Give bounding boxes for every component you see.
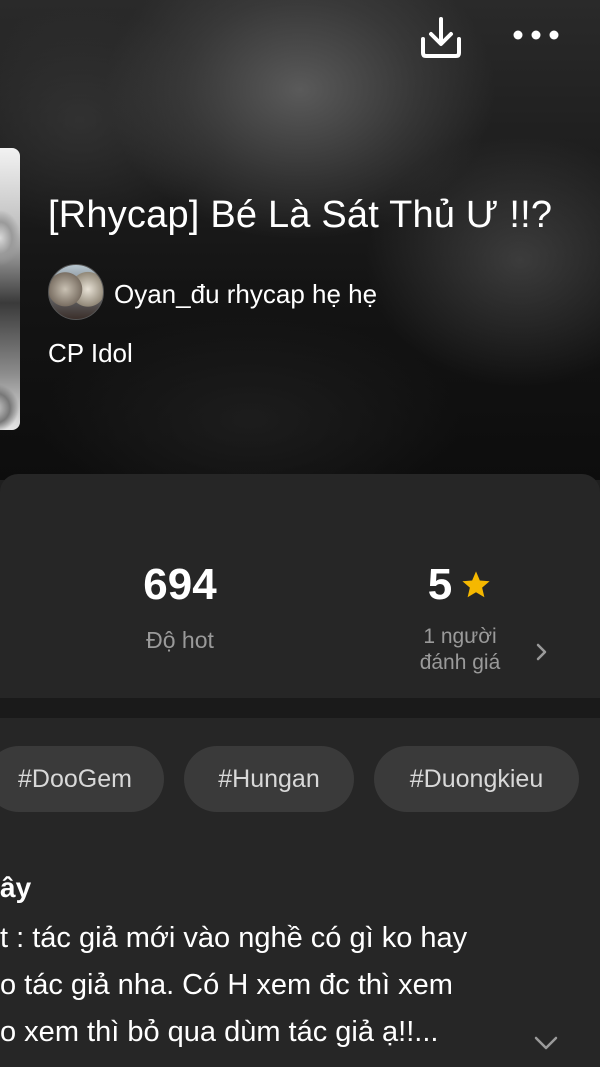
story-category[interactable]: CP Idol xyxy=(48,338,133,369)
hot-stat: 694 Độ hot xyxy=(100,560,260,654)
star-icon xyxy=(462,571,490,598)
tag-chip[interactable]: #Hungan xyxy=(184,746,354,812)
description-line: o tác giả nha. Có H xem đc thì xem xyxy=(0,969,453,1001)
author-name[interactable]: Oyan_đu rhycap hẹ hẹ xyxy=(114,279,377,310)
expand-description-icon[interactable] xyxy=(532,1032,560,1054)
rating-text-label: đánh giá xyxy=(419,651,501,674)
story-cover-image[interactable] xyxy=(0,148,20,430)
hot-label: Độ hot xyxy=(146,627,214,653)
description-heading: ây xyxy=(0,872,32,903)
more-options-icon xyxy=(513,30,559,40)
download-icon xyxy=(421,17,461,58)
description-line: t : tác giả mới vào nghề có gì ko hay xyxy=(0,922,468,954)
download-button[interactable] xyxy=(412,10,470,64)
hot-value: 694 xyxy=(143,560,217,609)
description-line: o xem thì bỏ qua dùm tác giả ạ!!... xyxy=(0,1016,439,1048)
rating-count-label: 1 người xyxy=(423,625,497,648)
story-header: [Rhycap] Bé Là Sát Thủ Ư !!? Oyan_đu rhy… xyxy=(0,0,600,480)
tag-chip[interactable]: #DooGem xyxy=(0,746,164,812)
rating-stat[interactable]: 5 1 người đánh giá xyxy=(380,560,540,676)
tag-chip[interactable]: #Duongkieu xyxy=(374,746,579,812)
rating-value: 5 xyxy=(427,560,453,609)
chevron-right-icon[interactable] xyxy=(532,640,552,664)
section-divider xyxy=(0,698,600,718)
more-options-button[interactable] xyxy=(506,12,566,58)
author-avatar[interactable] xyxy=(48,264,104,320)
story-title: [Rhycap] Bé Là Sát Thủ Ư !!? xyxy=(48,194,553,236)
